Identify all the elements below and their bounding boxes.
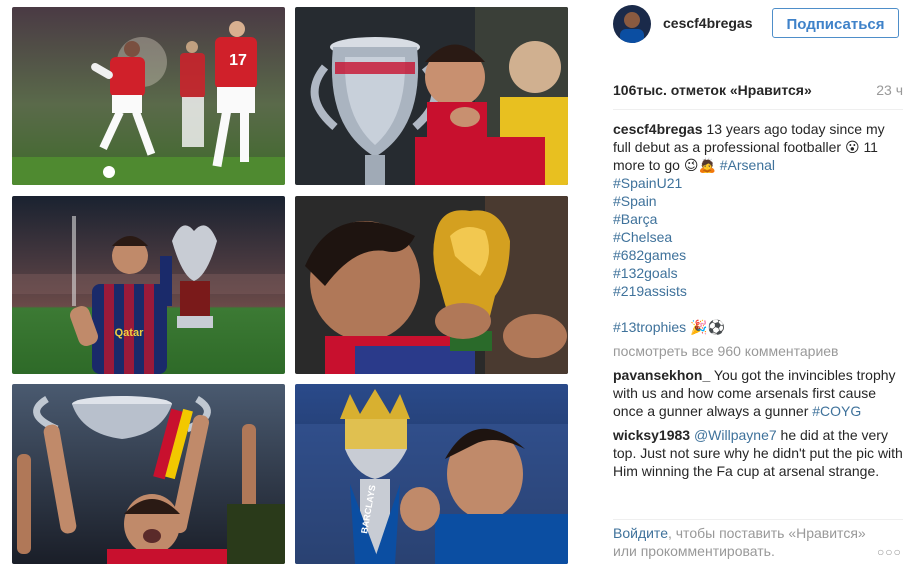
comment-mention[interactable]: @Willpayne7	[694, 427, 777, 443]
login-link[interactable]: Войдите	[613, 525, 668, 541]
avatar[interactable]	[613, 5, 651, 43]
hashtag-coyg[interactable]: #COYG	[812, 403, 861, 419]
photo-premier-league-trophy: BARCLAYS	[295, 384, 568, 564]
login-prompt: Войдите, чтобы поставить «Нравится» или …	[613, 524, 873, 560]
hashtag-barca[interactable]: #Barça	[613, 210, 903, 228]
photo-euro-trophy-lift	[12, 384, 285, 564]
photo-arsenal-match: 17	[12, 7, 285, 185]
likes-row: 106тыс. отметок «Нравится» 23 ч	[613, 82, 903, 102]
hashtag-682games[interactable]: #682games	[613, 246, 903, 264]
person-emoji-icon: 🙇	[698, 157, 716, 173]
party-emoji-icon: 🎉	[690, 319, 708, 335]
comment-item: wicksy1983 @Willpayne7 he did at the ver…	[613, 426, 903, 480]
svg-text:Qatar: Qatar	[115, 327, 144, 339]
hashtag-13trophies[interactable]: #13trophies	[613, 319, 686, 335]
photo-euro-trophy-spain	[295, 7, 568, 185]
hashtag-spainu21[interactable]: #SpainU21	[613, 174, 903, 192]
divider	[613, 519, 903, 520]
comments-list[interactable]: cescf4bregas 13 years ago today since my…	[613, 120, 903, 518]
surprised-emoji-icon: 😮	[844, 139, 860, 155]
svg-text:17: 17	[229, 52, 247, 69]
hashtag-chelsea[interactable]: #Chelsea	[613, 228, 903, 246]
hashtag-arsenal[interactable]: #Arsenal	[720, 157, 775, 173]
wink-emoji-icon: 😉	[683, 157, 699, 173]
caption: cescf4bregas 13 years ago today since my…	[613, 120, 903, 336]
photo-barca-supercup: Qatar	[12, 196, 285, 374]
post-sidebar: cescf4bregas Подписаться 106тыс. отметок…	[580, 0, 908, 579]
hashtag-132goals[interactable]: #132goals	[613, 264, 903, 282]
hashtag-spain[interactable]: #Spain	[613, 192, 903, 210]
likes-count[interactable]: 106тыс. отметок «Нравится»	[613, 82, 812, 98]
comment-item: pavansekhon_ You got the invincibles tro…	[613, 366, 903, 420]
photo-collage[interactable]: 17 Qatar BARCLAYS	[0, 0, 580, 579]
comment-author[interactable]: pavansekhon_	[613, 367, 710, 383]
follow-button[interactable]: Подписаться	[772, 8, 899, 38]
view-all-comments-link[interactable]: посмотреть все 960 комментариев	[613, 342, 903, 360]
more-options-icon[interactable]: ○○○	[877, 545, 902, 559]
post-header: cescf4bregas Подписаться	[613, 5, 903, 43]
comment-author[interactable]: wicksy1983	[613, 427, 690, 443]
soccer-ball-emoji-icon: ⚽	[707, 319, 725, 335]
username[interactable]: cescf4bregas	[663, 15, 753, 31]
hashtag-219assists[interactable]: #219assists	[613, 282, 903, 300]
caption-author[interactable]: cescf4bregas	[613, 121, 703, 137]
post-time[interactable]: 23 ч	[876, 82, 903, 98]
photo-world-cup-kiss	[295, 196, 568, 374]
divider	[613, 109, 903, 110]
